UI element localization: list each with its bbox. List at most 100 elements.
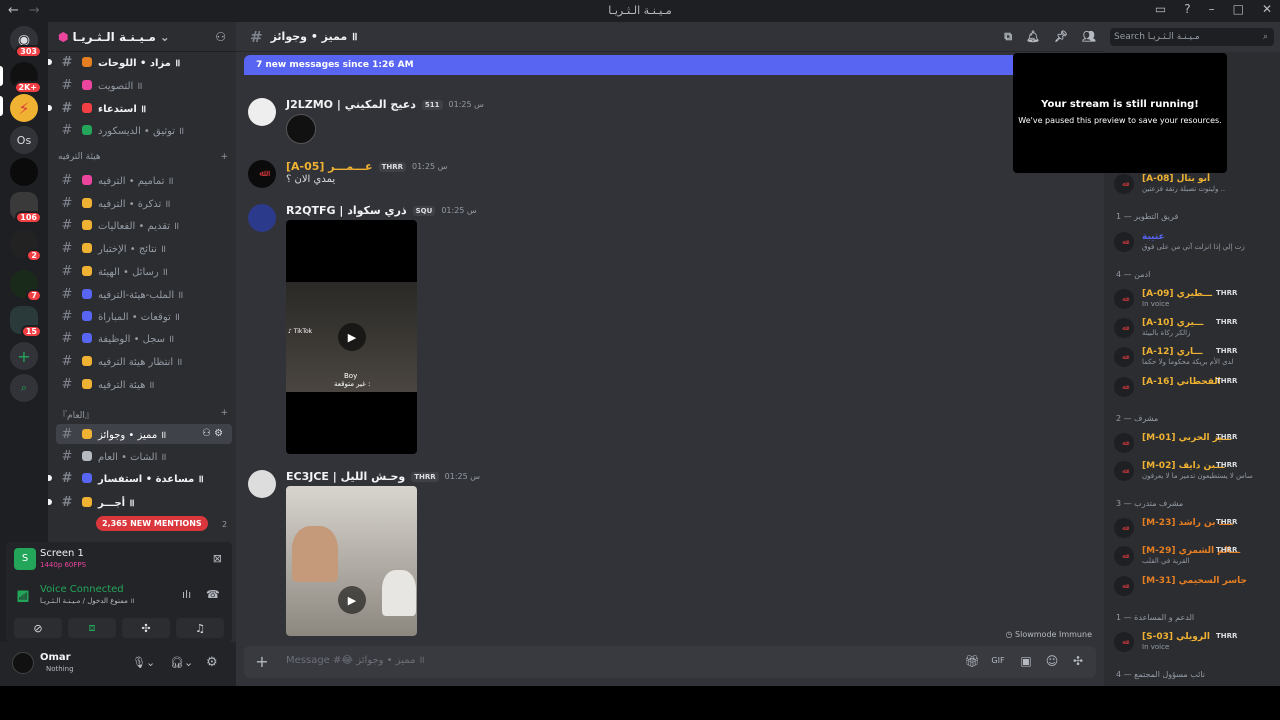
disconnect-icon[interactable]: ☎︎ [206, 588, 220, 601]
stop-stream-icon[interactable]: ⊠ [213, 552, 222, 565]
server-icon[interactable]: 7 [10, 270, 42, 302]
apps-icon[interactable]: ✣ [1070, 654, 1086, 670]
author-name[interactable]: [A-05] عـــمـــر [286, 160, 373, 173]
members-icon[interactable]: 👥︎ [1082, 30, 1096, 44]
avatar[interactable] [248, 98, 276, 126]
member-item[interactable]: ﷲ [A-09] ـــطيري THRR In voice [1112, 287, 1276, 311]
noise-suppression-icon[interactable]: ılı [182, 588, 191, 601]
avatar[interactable] [248, 470, 276, 498]
add-attachment-icon[interactable]: + [254, 652, 270, 671]
user-name[interactable]: Omar [40, 652, 71, 663]
screen-share-button[interactable]: ⧈ [68, 618, 116, 638]
server-os[interactable]: Os [10, 126, 38, 154]
server-header[interactable]: ⬢ مـيـنـة الـثـريـا ⌄ ⚇ [48, 22, 236, 52]
headphones-icon[interactable]: 🎧︎⌄ [170, 656, 193, 669]
member-name: [A-16] القحطاني [1142, 377, 1221, 387]
explore-button[interactable]: ⌕ [10, 374, 38, 402]
gif-icon[interactable]: GIF [990, 656, 1006, 672]
channel-item[interactable]: # أجـــر ॥ [56, 492, 232, 512]
channel-item[interactable]: # انتظار هيئة الترفيه ॥ [56, 351, 232, 371]
member-item[interactable]: ﷲ [M-31] جاسر السحيمي [1112, 574, 1276, 598]
server-folder[interactable]: 15 [10, 306, 42, 338]
hash-icon: # [61, 122, 73, 138]
pin-icon[interactable]: 📌︎ [1054, 30, 1068, 44]
add-channel-icon[interactable]: + [220, 408, 228, 421]
channel-label: الملب-هيئة-الترفيه ॥ [98, 290, 184, 301]
member-item[interactable]: ﷲ عتيبة زت إلي إذا انزلت آتي من على فوق [1112, 230, 1276, 254]
channel-item[interactable]: # نتائج • الإختبار ॥ [56, 238, 232, 258]
channel-item[interactable]: # تقديم • الفعاليات ॥ [56, 215, 232, 235]
play-icon[interactable]: ▶ [338, 323, 366, 351]
avatar[interactable] [248, 204, 276, 232]
minimize-icon[interactable]: – [1209, 2, 1215, 16]
new-mentions-pill[interactable]: 2,365 NEW MENTIONS [96, 516, 208, 531]
channel-item[interactable]: # استدعاء ॥ [56, 98, 232, 118]
channel-item[interactable]: # توقعات • المباراة ॥ [56, 306, 232, 326]
timestamp: س 01:25 [444, 472, 481, 481]
settings-icon[interactable]: ⚙ [206, 655, 218, 670]
close-icon[interactable]: ✕ [1262, 2, 1272, 16]
inbox-icon[interactable]: ▭ [1155, 2, 1166, 16]
channel-item[interactable]: # هيئة الترفيه ॥ [56, 374, 232, 394]
channel-item[interactable]: # التصويت ॥ [56, 75, 232, 95]
voice-status[interactable]: Voice Connected [40, 584, 124, 595]
member-item[interactable]: ﷲ [S-03] الرويلي THRR In voice [1112, 630, 1276, 654]
server-icon[interactable] [10, 158, 38, 186]
camera-off-button[interactable]: ⊘ [14, 618, 62, 638]
mic-icon[interactable]: 🎙︎⌄ [132, 656, 155, 669]
member-item[interactable]: ﷲ [A-12] ـــاري THRR لدى الأم بريكة محكوما … [1112, 345, 1276, 369]
member-item[interactable]: ﷲ [M-02] ـــبن دايف THRR ساس لا يستطيعون تد… [1112, 459, 1276, 483]
author-name[interactable]: J2LZMO | دعيج المكيني [286, 98, 416, 111]
message: ﷲ [A-05] عـــمـــر THRR س 01:25 يمدي الا… [248, 160, 948, 190]
video-attachment[interactable]: ♪ TikTok Boy غير متوقعة : ▶ [286, 220, 417, 454]
server-icon[interactable]: 2K+ [10, 62, 42, 94]
dm-home-button[interactable]: ◉ 303 [10, 26, 42, 58]
member-item[interactable]: ﷲ [M-01] ـــيز الحربي THRR [1112, 431, 1276, 455]
server-tag: THRR [1216, 461, 1238, 469]
channel-item[interactable]: # مزاد • اللوحات ॥ [56, 52, 232, 72]
author-name[interactable]: EC3JCE | وحـش الليل [286, 470, 405, 483]
hash-icon: # [61, 263, 73, 279]
play-icon[interactable]: ▶ [338, 586, 366, 614]
gift-icon[interactable]: 🎁︎ [964, 654, 980, 670]
channel-item[interactable]: # الملب-هيئة-الترفيه ॥ [56, 284, 232, 304]
channel-item[interactable]: # سجل • الوظيفة ॥ [56, 328, 232, 348]
message-input[interactable] [286, 655, 886, 666]
channel-category[interactable]: هيئة الترفيه + [58, 152, 228, 162]
new-messages-banner[interactable]: 7 new messages since 1:26 AM Ma [244, 55, 1104, 75]
member-item[interactable]: ﷲ [A-10] ـــيري THRR زالكر ركاة بالبيئة [1112, 316, 1276, 340]
member-item[interactable]: ﷲ [A-08] أبو بتال وليتوت تصبلة رتقة فزعتين… [1112, 172, 1276, 196]
channel-item[interactable]: # الشات • العام ॥ [56, 446, 232, 466]
add-server-button[interactable]: + [10, 342, 38, 370]
threads-icon[interactable]: ⧉ [1004, 30, 1012, 44]
server-folder[interactable]: 106 [10, 192, 42, 224]
member-item[interactable]: ﷲ [M-29] ـــالم الشمري THRR القرية في القلب [1112, 544, 1276, 568]
add-channel-icon[interactable]: + [220, 152, 228, 162]
avatar[interactable] [12, 652, 34, 674]
author-name[interactable]: R2QTFG | ذري سكواد [286, 204, 407, 217]
voice-channel[interactable]: ممنوع الدخول / مـيـنـة الـثـريـا ॥ [40, 597, 134, 606]
invite-icon[interactable]: ⚇ [215, 30, 226, 44]
member-name: [A-09] ـــطيري [1142, 289, 1213, 299]
channel-settings-icon[interactable]: ⚇ ⚙ [202, 428, 223, 439]
channel-item[interactable]: # تماميم • الترفيه ॥ [56, 170, 232, 190]
channel-item[interactable]: # تذكرة • الترفيه ॥ [56, 193, 232, 213]
video-attachment[interactable]: ▶ [286, 486, 417, 636]
search-box[interactable]: Search مـيـنـة الـثـريـا ⌕ [1110, 28, 1274, 46]
emoji-icon[interactable]: ☺ [1044, 654, 1060, 670]
channel-category[interactable]: 『العام』 + [58, 408, 228, 421]
server-icon[interactable]: ⚡ [10, 94, 38, 122]
channel-item[interactable]: # مساعدة • استفسار ॥ [56, 468, 232, 488]
member-item[interactable]: ﷲ [M-23] ـــد بن راشد THRR [1112, 516, 1276, 540]
member-item[interactable]: ﷲ [A-16] القحطاني THRR [1112, 375, 1276, 399]
activities-button[interactable]: ✣ [122, 618, 170, 638]
channel-item[interactable]: # رسائل • الهيئة ॥ [56, 261, 232, 281]
channel-item[interactable]: # توثيق • الديسكورد ॥ [56, 120, 232, 140]
soundboard-button[interactable]: ♫ [176, 618, 224, 638]
help-icon[interactable]: ? [1184, 2, 1190, 16]
avatar[interactable]: ﷲ [248, 160, 276, 188]
sticker-icon[interactable]: ▣ [1018, 654, 1034, 670]
server-icon[interactable]: 2 [10, 230, 42, 262]
bell-icon[interactable]: 🔔︎ [1026, 30, 1040, 44]
maximize-icon[interactable]: □ [1233, 2, 1244, 16]
